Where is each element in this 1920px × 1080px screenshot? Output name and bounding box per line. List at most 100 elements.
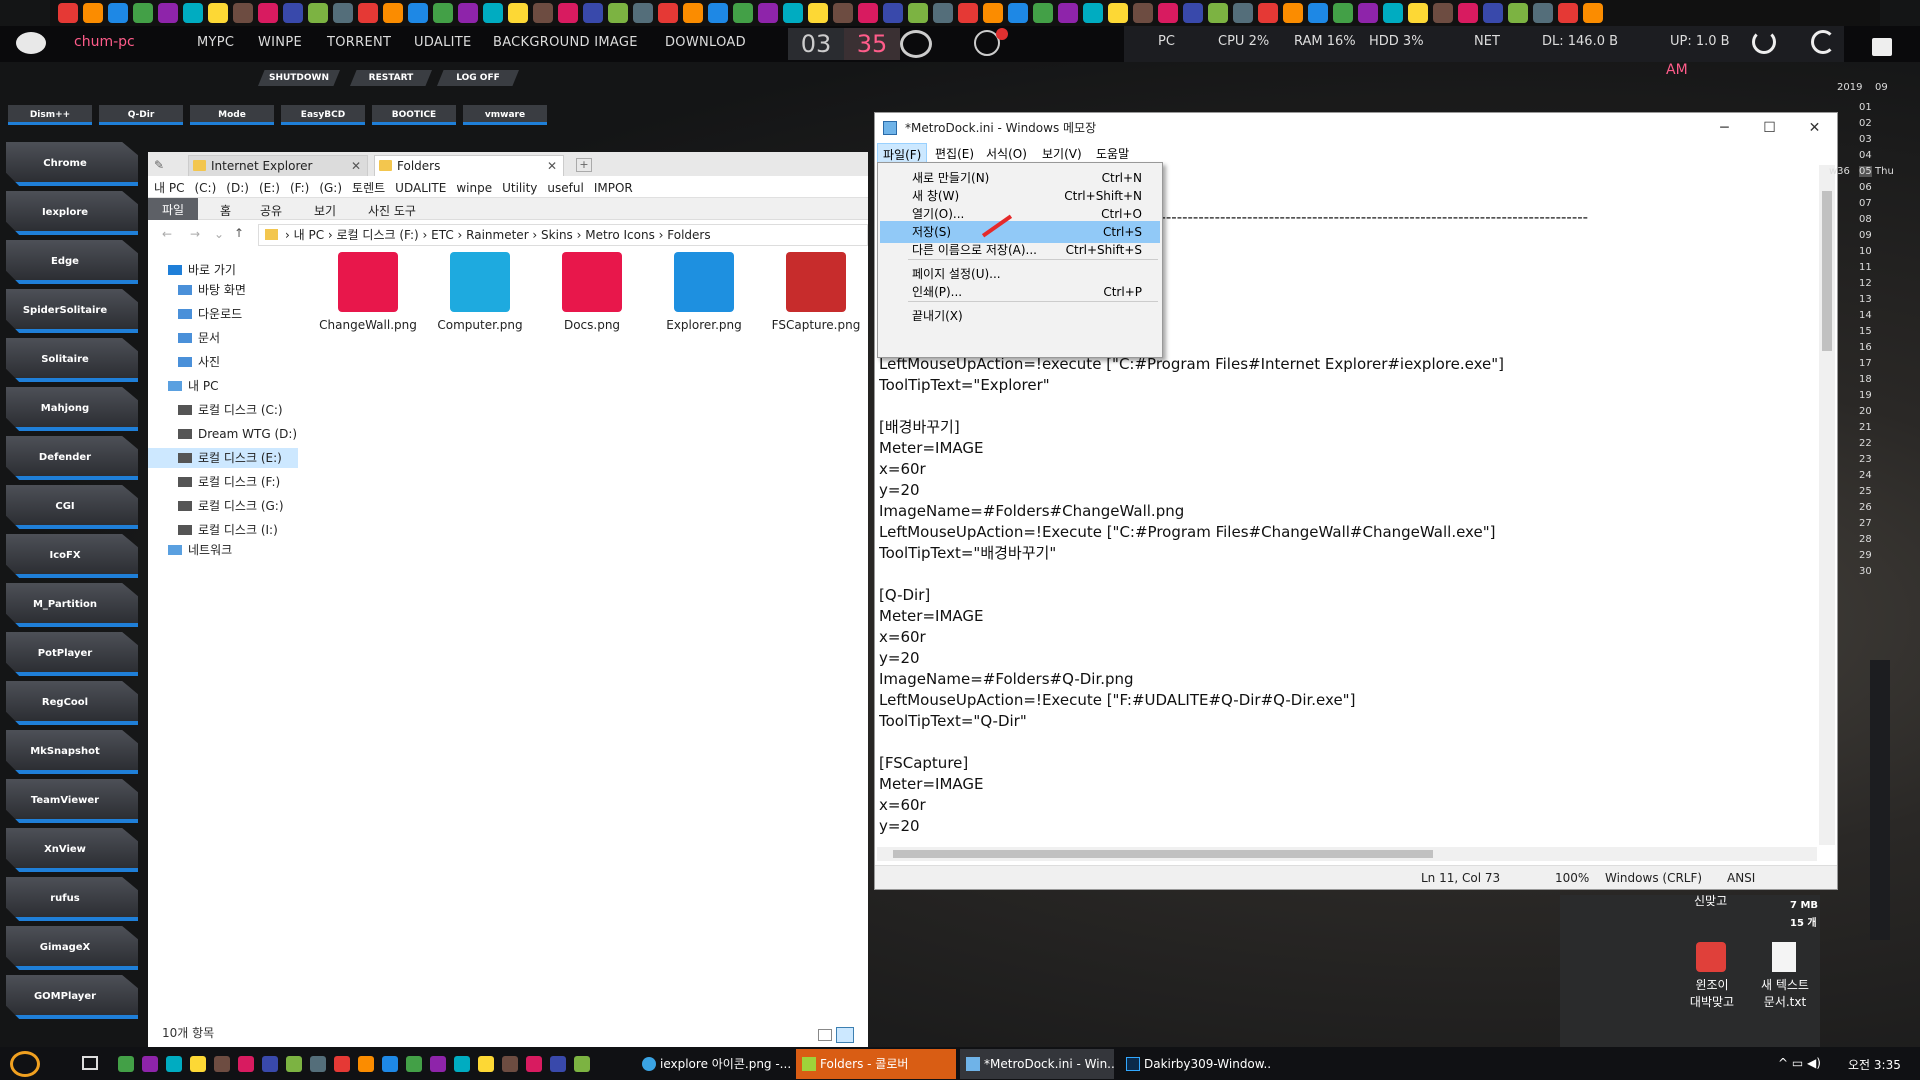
app-shortcut-icon[interactable] <box>458 3 478 23</box>
tab-internet-explorer[interactable]: Internet Explorer ✕ <box>188 155 368 176</box>
breadcrumb[interactable]: › 내 PC › 로컬 디스크 (F:) › ETC › Rainmeter ›… <box>258 224 868 246</box>
app-shortcut-icon[interactable] <box>1583 3 1603 23</box>
app-shortcut-icon[interactable] <box>908 3 928 23</box>
pinned-app-icon[interactable] <box>574 1056 590 1072</box>
ribbon-tab-photo-tools[interactable]: 사진 도구 <box>368 202 416 219</box>
app-shortcut-icon[interactable] <box>583 3 603 23</box>
pinned-app-icon[interactable] <box>550 1056 566 1072</box>
tab-folders[interactable]: Folders ✕ <box>374 155 564 176</box>
forward-arrow-icon[interactable]: → <box>190 227 200 241</box>
dock-item-mksnapshot[interactable]: MkSnapshot <box>6 730 138 774</box>
pinned-app-icon[interactable] <box>118 1056 134 1072</box>
pinned-app-icon[interactable] <box>430 1056 446 1072</box>
dock-item-regcool[interactable]: RegCool <box>6 681 138 725</box>
app-shortcut-icon[interactable] <box>108 3 128 23</box>
favorite-link[interactable]: IMPOR <box>594 181 633 195</box>
dock-item-spidersolitaire[interactable]: SpiderSolitaire <box>6 289 138 333</box>
ribbon-tab-home[interactable]: 홈 <box>220 202 231 219</box>
nav-quick-item[interactable]: 다운로드 <box>178 304 242 324</box>
start-overwatch-icon[interactable] <box>10 1051 40 1077</box>
dock-item-icofx[interactable]: IcoFX <box>6 534 138 578</box>
app-shortcut-icon[interactable] <box>533 3 553 23</box>
dock-item-defender[interactable]: Defender <box>6 436 138 480</box>
dock-item-chrome[interactable]: Chrome <box>6 142 138 186</box>
dock-item-cgi[interactable]: CGI <box>6 485 138 529</box>
app-shortcut-icon[interactable] <box>658 3 678 23</box>
dock-item-teamviewer[interactable]: TeamViewer <box>6 779 138 823</box>
menu-udalite[interactable]: UDALITE <box>414 35 472 50</box>
menu-winpe[interactable]: WINPE <box>258 35 302 50</box>
text-file-icon[interactable] <box>1772 942 1796 972</box>
launcher-dism[interactable]: Dism++ <box>8 105 92 125</box>
pinned-app-icon[interactable] <box>286 1056 302 1072</box>
scroll-thumb[interactable] <box>893 850 1433 858</box>
app-shortcut-icon[interactable] <box>1183 3 1203 23</box>
app-shortcut-icon[interactable] <box>1533 3 1553 23</box>
pinned-app-icon[interactable] <box>382 1056 398 1072</box>
launcher-bootice[interactable]: BOOTICE <box>372 105 456 125</box>
favorite-link[interactable]: (C:) <box>194 181 216 195</box>
refresh-icon[interactable] <box>1811 30 1835 54</box>
app-shortcut-icon[interactable] <box>358 3 378 23</box>
app-shortcut-icon[interactable] <box>1458 3 1478 23</box>
menu-edit[interactable]: 편집(E) <box>935 145 974 162</box>
ribbon-tab-file[interactable]: 파일 <box>148 198 199 220</box>
app-shortcut-icon[interactable] <box>433 3 453 23</box>
favorite-link[interactable]: winpe <box>456 181 492 195</box>
app-shortcut-icon[interactable] <box>408 3 428 23</box>
dock-item-m_partition[interactable]: M_Partition <box>6 583 138 627</box>
pinned-app-icon[interactable] <box>310 1056 326 1072</box>
app-shortcut-icon[interactable] <box>1508 3 1528 23</box>
app-shortcut-icon[interactable] <box>383 3 403 23</box>
file-menu-item[interactable]: 다른 이름으로 저장(A)... Ctrl+Shift+S <box>880 239 1160 261</box>
app-shortcut-icon[interactable] <box>783 3 803 23</box>
nav-drive[interactable]: 로컬 디스크 (I:) <box>178 520 278 540</box>
menu-background-image[interactable]: BACKGROUND IMAGE <box>493 35 638 50</box>
dock-item-solitaire[interactable]: Solitaire <box>6 338 138 382</box>
app-shortcut-icon[interactable] <box>1408 3 1428 23</box>
app-shortcut-icon[interactable] <box>1208 3 1228 23</box>
app-shortcut-icon[interactable] <box>733 3 753 23</box>
pinned-app-icon[interactable] <box>358 1056 374 1072</box>
app-shortcut-icon[interactable] <box>1558 3 1578 23</box>
file-item[interactable]: Docs.png <box>542 252 642 332</box>
app-shortcut-icon[interactable] <box>258 3 278 23</box>
dock-item-rufus[interactable]: rufus <box>6 877 138 921</box>
nav-network[interactable]: 네트워크 <box>168 540 232 560</box>
app-shortcut-icon[interactable] <box>558 3 578 23</box>
file-item[interactable]: Computer.png <box>430 252 530 332</box>
app-shortcut-icon[interactable] <box>58 3 78 23</box>
ribbon-tab-view[interactable]: 보기 <box>314 202 336 219</box>
app-shortcut-icon[interactable] <box>158 3 178 23</box>
app-shortcut-icon[interactable] <box>83 3 103 23</box>
app-shortcut-icon[interactable] <box>708 3 728 23</box>
chevron-down-icon[interactable]: ⌄ <box>214 227 224 241</box>
pinned-app-icon[interactable] <box>142 1056 158 1072</box>
menu-torrent[interactable]: TORRENT <box>327 35 391 50</box>
file-item[interactable]: Explorer.png <box>654 252 754 332</box>
pinned-app-icon[interactable] <box>526 1056 542 1072</box>
pinned-app-icon[interactable] <box>454 1056 470 1072</box>
app-shortcut-icon[interactable] <box>758 3 778 23</box>
nav-drive[interactable]: 로컬 디스크 (G:) <box>178 496 284 516</box>
ribbon-tab-share[interactable]: 공유 <box>260 202 282 219</box>
close-button[interactable]: ✕ <box>1792 113 1837 143</box>
taskbar-clock[interactable]: 오전 3:35 <box>1848 1056 1901 1073</box>
logoff-button[interactable]: LOG OFF <box>437 70 519 86</box>
app-shortcut-icon[interactable] <box>1083 3 1103 23</box>
favorite-link[interactable]: (F:) <box>290 181 309 195</box>
shutdown-button[interactable]: SHUTDOWN <box>258 70 340 86</box>
minimize-button[interactable]: ─ <box>1702 113 1747 143</box>
app-shortcut-icon[interactable] <box>508 3 528 23</box>
app-shortcut-icon[interactable] <box>633 3 653 23</box>
dock-item-edge[interactable]: Edge <box>6 240 138 284</box>
app-shortcut-icon[interactable] <box>1433 3 1453 23</box>
app-shortcut-icon[interactable] <box>983 3 1003 23</box>
app-shortcut-icon[interactable] <box>1033 3 1053 23</box>
app-shortcut-icon[interactable] <box>1058 3 1078 23</box>
app-shortcut-icon[interactable] <box>1283 3 1303 23</box>
dock-item-potplayer[interactable]: PotPlayer <box>6 632 138 676</box>
app-shortcut-icon[interactable] <box>1108 3 1128 23</box>
pinned-app-icon[interactable] <box>214 1056 230 1072</box>
favorite-link[interactable]: UDALITE <box>395 181 446 195</box>
